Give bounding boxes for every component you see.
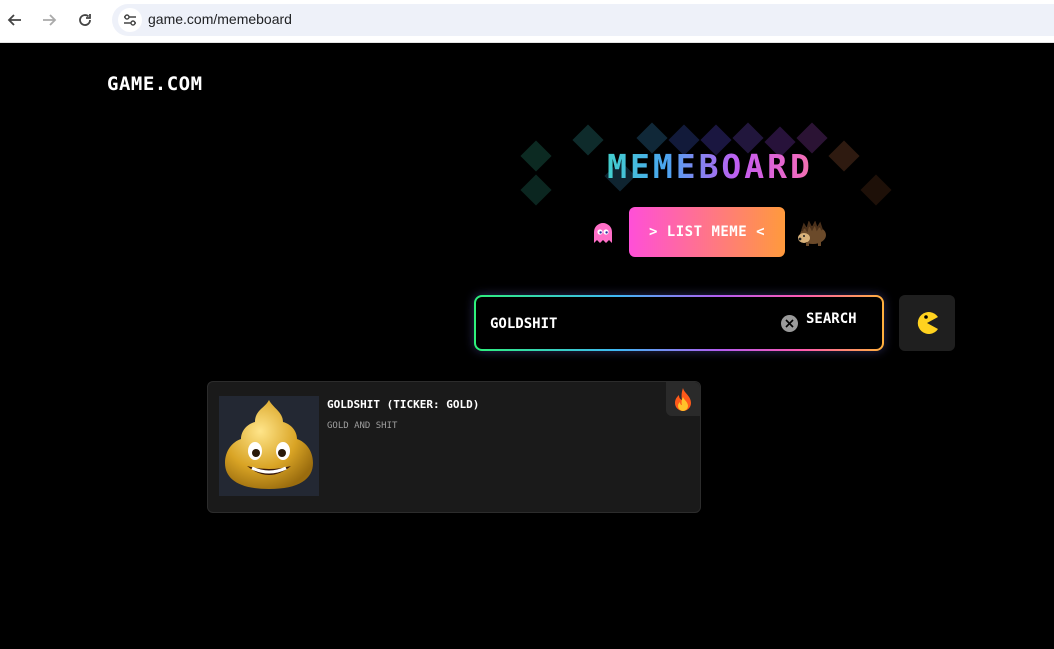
meme-card[interactable]: GOLDSHIT (TICKER: GOLD) GOLD AND SHIT — [207, 381, 701, 513]
forward-arrow-icon — [43, 14, 57, 26]
back-arrow-icon — [7, 14, 21, 26]
golden-poop-image — [225, 400, 313, 489]
page-title: MEMEBOARD — [560, 147, 860, 186]
reload-button[interactable] — [72, 7, 98, 33]
fire-icon — [675, 388, 691, 411]
search-button[interactable]: SEARCH — [806, 311, 857, 327]
ghost-icon — [594, 223, 612, 243]
site-settings-button[interactable] — [118, 8, 142, 32]
clear-search-button[interactable] — [781, 315, 798, 332]
pacman-button[interactable] — [899, 295, 955, 351]
meme-title[interactable]: GOLDSHIT (TICKER: GOLD) — [327, 398, 479, 411]
url-text[interactable]: game.com/memeboard — [148, 11, 292, 27]
close-icon — [785, 319, 794, 328]
search-box: SEARCH — [474, 295, 884, 351]
pacman-icon — [917, 312, 938, 334]
back-button[interactable] — [2, 7, 28, 33]
site-settings-icon — [124, 14, 136, 26]
meme-description: GOLD AND SHIT — [327, 421, 398, 431]
page-content: GAME.COM MEMEBOARD > LIST MEME < GOLDSHI… — [0, 43, 1054, 649]
hedgehog-icon — [798, 221, 826, 246]
address-bar[interactable]: game.com/memeboard — [112, 4, 1054, 36]
list-meme-button[interactable]: > LIST MEME < — [629, 207, 785, 257]
reload-icon — [79, 14, 91, 26]
hot-badge — [666, 382, 700, 416]
meme-thumbnail — [219, 396, 319, 496]
site-logo[interactable]: GAME.COM — [107, 73, 203, 95]
forward-button[interactable] — [36, 7, 62, 33]
search-input[interactable] — [488, 309, 772, 339]
browser-toolbar: game.com/memeboard — [0, 0, 1054, 43]
